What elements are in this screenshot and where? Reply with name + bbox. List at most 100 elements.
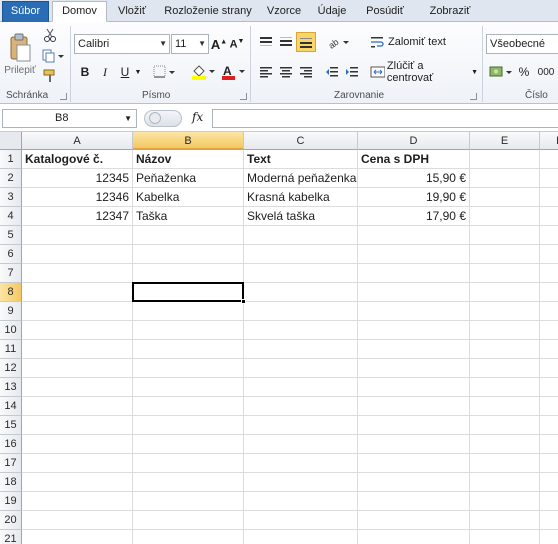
cell-f11[interactable] xyxy=(540,340,558,359)
tab-home[interactable]: Domov xyxy=(52,1,107,22)
cell-f4[interactable] xyxy=(540,207,558,226)
row-header-4[interactable]: 4 xyxy=(0,207,22,226)
cell-b12[interactable] xyxy=(133,359,244,378)
increase-indent-button[interactable] xyxy=(342,62,362,82)
cell-f12[interactable] xyxy=(540,359,558,378)
cell-e15[interactable] xyxy=(470,416,540,435)
cell-e4[interactable] xyxy=(470,207,540,226)
row-header-12[interactable]: 12 xyxy=(0,359,22,378)
cell-f16[interactable] xyxy=(540,435,558,454)
cell-d8[interactable] xyxy=(358,283,470,302)
cell-d9[interactable] xyxy=(358,302,470,321)
number-format-combo[interactable]: Všeobecné xyxy=(486,34,558,54)
column-header-e[interactable]: E xyxy=(470,132,540,150)
row-header-19[interactable]: 19 xyxy=(0,492,22,511)
cell-b13[interactable] xyxy=(133,378,244,397)
fill-color-button[interactable] xyxy=(190,62,216,82)
align-left-button[interactable] xyxy=(256,62,276,82)
cell-b9[interactable] xyxy=(133,302,244,321)
cell-b6[interactable] xyxy=(133,245,244,264)
align-top-button[interactable] xyxy=(256,32,276,52)
cell-e14[interactable] xyxy=(470,397,540,416)
cell-c21[interactable] xyxy=(244,530,358,544)
cell-e7[interactable] xyxy=(470,264,540,283)
row-header-6[interactable]: 6 xyxy=(0,245,22,264)
row-header-2[interactable]: 2 xyxy=(0,169,22,188)
cell-c14[interactable] xyxy=(244,397,358,416)
row-header-15[interactable]: 15 xyxy=(0,416,22,435)
row-header-8[interactable]: 8 xyxy=(0,283,22,302)
tab-view[interactable]: Zobraziť xyxy=(424,2,476,22)
cell-a6[interactable] xyxy=(22,245,133,264)
cell-f3[interactable] xyxy=(540,188,558,207)
cell-a13[interactable] xyxy=(22,378,133,397)
cell-c18[interactable] xyxy=(244,473,358,492)
borders-button[interactable] xyxy=(152,62,176,82)
cell-a19[interactable] xyxy=(22,492,133,511)
cell-f1[interactable] xyxy=(540,150,558,169)
row-header-1[interactable]: 1 xyxy=(0,150,22,169)
row-header-3[interactable]: 3 xyxy=(0,188,22,207)
cell-f6[interactable] xyxy=(540,245,558,264)
cell-c10[interactable] xyxy=(244,321,358,340)
cell-b20[interactable] xyxy=(133,511,244,530)
cell-b14[interactable] xyxy=(133,397,244,416)
cell-b8[interactable] xyxy=(133,283,244,302)
cell-b10[interactable] xyxy=(133,321,244,340)
formula-input[interactable] xyxy=(212,109,558,128)
column-header-b[interactable]: B xyxy=(133,132,244,150)
cell-c4[interactable]: Skvelá taška xyxy=(244,207,358,226)
cell-b1[interactable]: Názov xyxy=(133,150,244,169)
select-all-corner[interactable] xyxy=(0,132,22,150)
column-header-c[interactable]: C xyxy=(244,132,358,150)
cell-e5[interactable] xyxy=(470,226,540,245)
cell-d15[interactable] xyxy=(358,416,470,435)
cell-e17[interactable] xyxy=(470,454,540,473)
cell-e13[interactable] xyxy=(470,378,540,397)
row-header-14[interactable]: 14 xyxy=(0,397,22,416)
cell-c12[interactable] xyxy=(244,359,358,378)
cell-a7[interactable] xyxy=(22,264,133,283)
cell-b3[interactable]: Kabelka xyxy=(133,188,244,207)
cell-c2[interactable]: Moderná peňaženka xyxy=(244,169,358,188)
cell-a18[interactable] xyxy=(22,473,133,492)
cell-c7[interactable] xyxy=(244,264,358,283)
row-header-7[interactable]: 7 xyxy=(0,264,22,283)
row-header-17[interactable]: 17 xyxy=(0,454,22,473)
cell-d14[interactable] xyxy=(358,397,470,416)
row-header-10[interactable]: 10 xyxy=(0,321,22,340)
cell-e3[interactable] xyxy=(470,188,540,207)
cell-e2[interactable] xyxy=(470,169,540,188)
font-size-combo[interactable]: 11 ▼ xyxy=(171,34,209,54)
row-header-9[interactable]: 9 xyxy=(0,302,22,321)
cell-e8[interactable] xyxy=(470,283,540,302)
cell-a4[interactable]: 12347 xyxy=(22,207,133,226)
clipboard-dialog-launcher[interactable] xyxy=(60,93,67,100)
column-header-f[interactable]: F xyxy=(540,132,558,150)
cell-a10[interactable] xyxy=(22,321,133,340)
row-header-20[interactable]: 20 xyxy=(0,511,22,530)
cell-e11[interactable] xyxy=(470,340,540,359)
grow-font-button[interactable]: A▲ xyxy=(211,34,227,54)
copy-button[interactable] xyxy=(40,47,66,65)
underline-button[interactable]: U xyxy=(116,62,134,82)
decrease-indent-button[interactable] xyxy=(322,62,342,82)
cell-a14[interactable] xyxy=(22,397,133,416)
cell-b21[interactable] xyxy=(133,530,244,544)
cell-a20[interactable] xyxy=(22,511,133,530)
cell-a8[interactable] xyxy=(22,283,133,302)
row-header-21[interactable]: 21 xyxy=(0,530,22,544)
column-header-d[interactable]: D xyxy=(358,132,470,150)
cell-d10[interactable] xyxy=(358,321,470,340)
orientation-button[interactable]: ab xyxy=(326,32,350,52)
cell-c6[interactable] xyxy=(244,245,358,264)
cell-c11[interactable] xyxy=(244,340,358,359)
cell-d21[interactable] xyxy=(358,530,470,544)
bold-button[interactable]: B xyxy=(76,62,94,82)
row-header-16[interactable]: 16 xyxy=(0,435,22,454)
cell-f9[interactable] xyxy=(540,302,558,321)
cell-c3[interactable]: Krasná kabelka xyxy=(244,188,358,207)
cell-b5[interactable] xyxy=(133,226,244,245)
percent-style-button[interactable]: % xyxy=(516,62,532,82)
cell-c5[interactable] xyxy=(244,226,358,245)
